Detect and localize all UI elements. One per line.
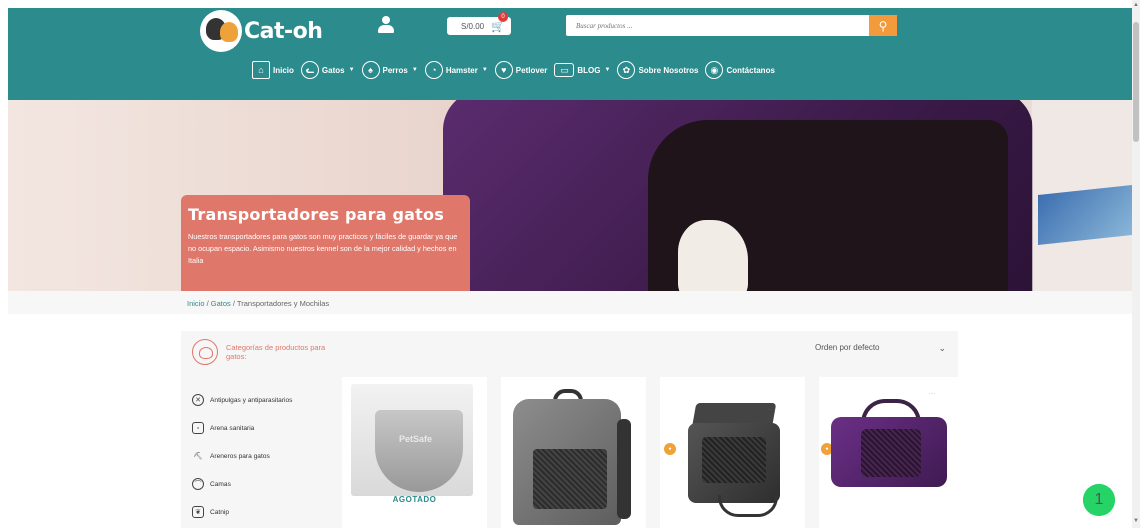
sidebar-item-label: Areneros para gatos — [210, 452, 270, 460]
laptop-icon: ▭ — [554, 63, 575, 77]
nav-label: Inicio — [273, 65, 294, 75]
chevron-down-icon: ▼ — [348, 67, 355, 73]
sidebar-item-antipulgas[interactable]: ✕ Antipulgas y antiparasitarios — [192, 386, 292, 414]
hero-title: Transportadores para gatos — [188, 205, 444, 224]
product-card[interactable]: ● ···· — [819, 377, 964, 528]
nav-label: Sobre Nosotros — [638, 65, 699, 75]
hero-banner — [8, 100, 1132, 291]
sort-select[interactable]: Orden por defecto ⌄ — [815, 343, 951, 353]
sidebar-item-label: Camas — [210, 480, 231, 488]
sidebar-item-label: Arena sanitaria — [210, 424, 255, 432]
product-card[interactable] — [501, 377, 646, 528]
hero-card: Transportadores para gatos Nuestros tran… — [181, 195, 470, 291]
nav-item-inicio[interactable]: ⌂ Inicio — [252, 61, 294, 79]
nav-item-petlover[interactable]: ♥ Petlover — [494, 61, 548, 79]
product-image — [831, 399, 955, 497]
scroll-up-icon[interactable]: ▲ — [1133, 2, 1139, 8]
nav-item-gatos[interactable]: ᓚ Gatos ▼ — [300, 61, 355, 79]
catnip-icon: ❦ — [192, 506, 204, 518]
hamster-icon: ◔ — [424, 61, 443, 79]
logo-text: Cat-oh — [244, 18, 323, 44]
breadcrumb-current: Transportadores y Mochilas — [236, 299, 330, 308]
nav-item-perros[interactable]: ♠ Perros ▼ — [361, 61, 418, 79]
main-nav: ⌂ Inicio ᓚ Gatos ▼ ♠ Perros ▼ ◔ Hamster … — [252, 61, 775, 79]
page-scrollbar[interactable]: ▲ ▼ — [1132, 0, 1140, 528]
nav-item-blog[interactable]: ▭ BLOG ▼ — [554, 63, 610, 77]
nav-label: BLOG — [577, 65, 601, 75]
category-title: Categorías de productos para gatos: — [226, 343, 326, 361]
paw-icon: ✿ — [617, 61, 636, 79]
breadcrumb-home-link[interactable]: Inicio — [187, 299, 205, 308]
search-button[interactable]: ⚲ — [869, 15, 897, 36]
breadcrumb-bar — [8, 291, 1132, 314]
chevron-down-icon: ⌄ — [938, 343, 946, 353]
user-account-icon[interactable] — [378, 16, 394, 34]
sidebar-item-areneros[interactable]: ⛏ Areneros para gatos — [192, 442, 292, 470]
cart-count-badge: 0 — [498, 12, 508, 22]
product-image — [513, 389, 631, 525]
cart-total: S/0.00 — [461, 21, 485, 31]
hero-description: Nuestros transportadores para gatos son … — [188, 232, 458, 265]
cat-face-icon — [192, 339, 218, 365]
breadcrumb-gatos-link[interactable]: Gatos — [211, 299, 231, 308]
search-bar: ⚲ — [566, 15, 897, 37]
litter-bag-icon: ▫ — [192, 422, 204, 434]
sort-selected: Orden por defecto — [815, 343, 880, 352]
nav-item-sobre-nosotros[interactable]: ✿ Sobre Nosotros — [617, 61, 698, 79]
nav-item-contactanos[interactable]: ◉ Contáctanos — [705, 61, 775, 79]
sidebar-item-label: Catnip — [210, 508, 230, 516]
litter-tray-icon: ⛏ — [193, 453, 203, 460]
out-of-stock-badge: AGOTADO — [392, 495, 437, 504]
bug-icon: ✕ — [192, 394, 204, 406]
category-heading: Categorías de productos para gatos: — [192, 339, 326, 365]
logo[interactable]: Cat-oh — [200, 10, 323, 52]
sidebar-item-catnip[interactable]: ❦ Catnip — [192, 498, 292, 526]
category-sidebar: ✕ Antipulgas y antiparasitarios ▫ Arena … — [192, 386, 292, 526]
scroll-down-icon[interactable]: ▼ — [1133, 518, 1139, 524]
nav-label: Hamster — [445, 65, 478, 75]
search-icon: ⚲ — [878, 18, 888, 33]
nav-label: Perros — [382, 65, 408, 75]
scrollbar-thumb[interactable] — [1133, 22, 1139, 142]
product-image: PetSafe — [351, 384, 473, 496]
dog-icon: ♠ — [361, 61, 380, 79]
chevron-down-icon: ▼ — [604, 67, 611, 73]
whatsapp-badge: 1 — [1083, 484, 1115, 516]
chevron-down-icon: ▼ — [481, 67, 488, 73]
nav-label: Contáctanos — [726, 65, 775, 75]
heart-icon: ♥ — [494, 61, 513, 79]
cart-button[interactable]: S/0.00 🛒 0 — [447, 12, 511, 35]
nav-label: Gatos — [321, 65, 345, 75]
product-grid: PetSafe AGOTADO ● ···· ● ···· — [342, 377, 964, 528]
product-card[interactable]: ● ···· — [660, 377, 805, 528]
feature-tag-icon: ● — [664, 443, 676, 455]
search-input[interactable] — [566, 15, 866, 37]
cat-logo-icon — [200, 10, 242, 52]
chevron-down-icon: ▼ — [411, 67, 418, 73]
breadcrumb: Inicio / Gatos / Transportadores y Mochi… — [187, 299, 330, 308]
product-image — [688, 395, 788, 517]
cat-paw-image — [678, 220, 748, 291]
nav-item-hamster[interactable]: ◔ Hamster ▼ — [424, 61, 488, 79]
sidebar-item-label: Antipulgas y antiparasitarios — [210, 396, 293, 404]
nav-label: Petlover — [515, 65, 548, 75]
house-icon: ⌂ — [252, 61, 270, 79]
location-pin-icon: ◉ — [705, 61, 724, 79]
bed-icon: ⌒ — [192, 478, 204, 490]
sidebar-item-camas[interactable]: ⌒ Camas — [192, 470, 292, 498]
sidebar-item-arena[interactable]: ▫ Arena sanitaria — [192, 414, 292, 442]
product-card[interactable]: PetSafe AGOTADO — [342, 377, 487, 528]
cat-icon: ᓚ — [300, 61, 319, 79]
